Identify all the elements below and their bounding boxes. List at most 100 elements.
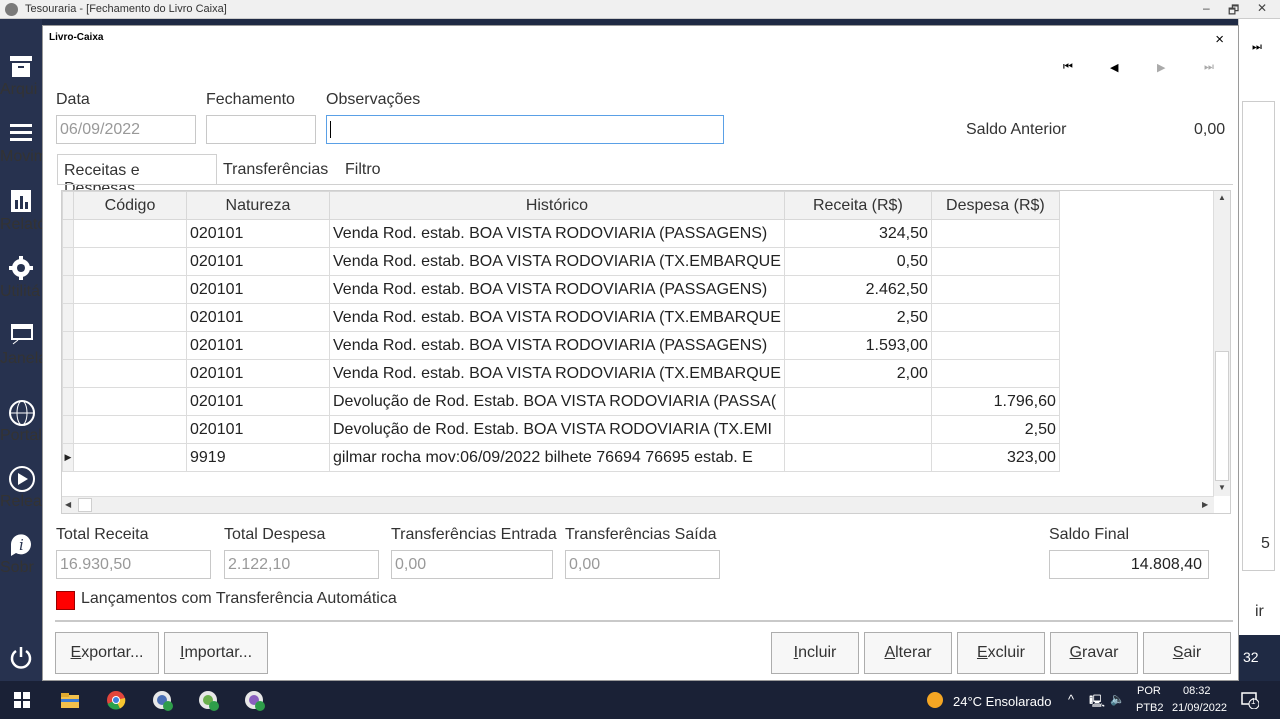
row-indicator[interactable] [62, 303, 74, 332]
table-row[interactable]: 020101 Venda Rod. estab. BOA VISTA RODOVI… [62, 359, 1060, 388]
network-icon[interactable]: 🖳 [1089, 692, 1105, 713]
cell-natureza[interactable]: 020101 [186, 275, 330, 304]
cell-despesa[interactable] [930, 247, 1060, 276]
cell-codigo[interactable] [73, 443, 187, 472]
cell-natureza[interactable]: 020101 [186, 359, 330, 388]
cell-natureza[interactable]: 020101 [186, 303, 330, 332]
table-row[interactable]: 020101 Venda Rod. estab. BOA VISTA RODOVI… [62, 303, 1060, 332]
cell-receita[interactable]: 1.593,00 [783, 331, 932, 360]
cell-codigo[interactable] [73, 275, 187, 304]
data-field[interactable]: 06/09/2022 [56, 115, 196, 144]
cell-natureza[interactable]: 020101 [186, 387, 330, 416]
table-row[interactable]: 020101 Venda Rod. estab. BOA VISTA RODOVI… [62, 247, 1060, 276]
column-header-codigo[interactable]: Código [73, 191, 187, 220]
alterar-button[interactable]: Alterar [864, 632, 952, 674]
row-indicator[interactable] [62, 359, 74, 388]
scroll-down-icon[interactable]: ▼ [1218, 483, 1226, 492]
cell-codigo[interactable] [73, 219, 187, 248]
cell-natureza[interactable]: 020101 [186, 415, 330, 444]
table-row[interactable]: 020101 Devolução de Rod. Estab. BOA VISTA… [62, 387, 1060, 416]
cell-codigo[interactable] [73, 247, 187, 276]
cell-codigo[interactable] [73, 387, 187, 416]
cell-receita[interactable] [783, 387, 932, 416]
tab-filtro[interactable]: Filtro [339, 154, 399, 185]
cell-receita[interactable]: 2,00 [783, 359, 932, 388]
cell-despesa[interactable]: 323,00 [930, 443, 1060, 472]
vertical-scroll-thumb[interactable] [1215, 351, 1229, 481]
scroll-left-icon[interactable]: ◀ [65, 500, 71, 509]
sidebar-item-movimento[interactable]: Movim [0, 120, 47, 165]
minimize-button[interactable]: – [1203, 1, 1210, 15]
next-record-button[interactable]: ▶ [1157, 61, 1165, 74]
horizontal-scrollbar[interactable]: ◀ ▶ [62, 496, 1214, 513]
cell-despesa[interactable] [930, 303, 1060, 332]
cell-historico[interactable]: Venda Rod. estab. BOA VISTA RODOVIARIA (… [329, 275, 785, 304]
cell-despesa[interactable] [930, 219, 1060, 248]
cell-historico[interactable]: Devolução de Rod. Estab. BOA VISTA RODOV… [329, 415, 785, 444]
dialog-close-button[interactable]: × [1215, 31, 1224, 48]
sair-button[interactable]: Sair [1143, 632, 1231, 674]
exportar-button[interactable]: Exportar... [55, 632, 159, 674]
cell-receita[interactable] [783, 415, 932, 444]
scroll-up-icon[interactable]: ▲ [1218, 193, 1226, 202]
cell-receita[interactable]: 0,50 [783, 247, 932, 276]
cell-codigo[interactable] [73, 331, 187, 360]
row-indicator[interactable] [62, 415, 74, 444]
cell-codigo[interactable] [73, 359, 187, 388]
cell-natureza[interactable]: 020101 [186, 247, 330, 276]
row-indicator[interactable] [62, 247, 74, 276]
lancamentos-grid[interactable]: Código Natureza Histórico Receita (R$) D… [61, 190, 1231, 514]
cell-historico[interactable]: Venda Rod. estab. BOA VISTA RODOVIARIA (… [329, 331, 785, 360]
cell-historico[interactable]: Venda Rod. estab. BOA VISTA RODOVIARIA (… [329, 219, 785, 248]
importar-button[interactable]: Importar... [164, 632, 268, 674]
weather-icon[interactable] [926, 691, 944, 709]
excluir-button[interactable]: Excluir [957, 632, 1045, 674]
cell-natureza[interactable]: 020101 [186, 219, 330, 248]
tab-receitas-despesas[interactable]: Receitas e Despesas [57, 154, 217, 197]
table-row[interactable]: 020101 Venda Rod. estab. BOA VISTA RODOVI… [62, 275, 1060, 304]
cell-historico[interactable]: Venda Rod. estab. BOA VISTA RODOVIARIA (… [329, 247, 785, 276]
cell-despesa[interactable] [930, 275, 1060, 304]
cell-receita[interactable]: 2.462,50 [783, 275, 932, 304]
sidebar-item-release[interactable]: Release I [0, 465, 68, 510]
row-indicator[interactable] [62, 387, 74, 416]
clock-date[interactable]: 21/09/2022 [1172, 702, 1227, 714]
cell-despesa[interactable]: 2,50 [930, 415, 1060, 444]
clock-time[interactable]: 08:32 [1183, 685, 1211, 697]
cell-natureza[interactable]: 020101 [186, 331, 330, 360]
volume-icon[interactable]: 🔈 [1110, 692, 1125, 706]
row-indicator[interactable] [62, 219, 74, 248]
incluir-button[interactable]: Incluir [771, 632, 859, 674]
sidebar-item-relatorios[interactable]: Relató [0, 188, 46, 233]
column-header-despesa[interactable]: Despesa (R$) [930, 191, 1060, 220]
cell-despesa[interactable]: 1.796,60 [930, 387, 1060, 416]
keyboard-layout[interactable]: PTB2 [1136, 702, 1164, 714]
tab-transferencias[interactable]: Transferências [217, 154, 337, 185]
notification-icon[interactable]: 1 [1241, 691, 1260, 710]
column-header-receita[interactable]: Receita (R$) [783, 191, 932, 220]
scroll-right-icon[interactable]: ▶ [1202, 500, 1208, 509]
cell-receita[interactable]: 2,50 [783, 303, 932, 332]
gravar-button[interactable]: Gravar [1050, 632, 1138, 674]
cell-codigo[interactable] [73, 415, 187, 444]
app-icon-2[interactable] [198, 690, 219, 711]
cell-historico[interactable]: Venda Rod. estab. BOA VISTA RODOVIARIA (… [329, 303, 785, 332]
sidebar-item-janelas[interactable]: Janelas Ab [0, 322, 78, 367]
vertical-scrollbar[interactable]: ▲ ▼ [1213, 191, 1230, 496]
cell-historico[interactable]: Devolução de Rod. Estab. BOA VISTA RODOV… [329, 387, 785, 416]
close-window-button[interactable]: ✕ [1257, 1, 1267, 15]
sidebar-item-arquivo[interactable]: Arqui [0, 53, 42, 98]
fechamento-field[interactable] [206, 115, 316, 144]
row-indicator[interactable]: ▶ [62, 443, 74, 472]
cell-receita[interactable]: 324,50 [783, 219, 932, 248]
tray-chevron-icon[interactable]: ^ [1068, 692, 1074, 707]
cell-receita[interactable] [783, 443, 932, 472]
cell-despesa[interactable] [930, 359, 1060, 388]
file-explorer-icon[interactable] [60, 690, 80, 710]
table-row[interactable]: 020101 Venda Rod. estab. BOA VISTA RODOVI… [62, 219, 1060, 248]
chrome-icon[interactable] [106, 690, 126, 710]
column-header-historico[interactable]: Histórico [329, 191, 785, 220]
windows-start-icon[interactable] [14, 692, 30, 708]
sidebar-item-utilitarios[interactable]: Utilitá [0, 255, 42, 300]
row-indicator[interactable] [62, 275, 74, 304]
